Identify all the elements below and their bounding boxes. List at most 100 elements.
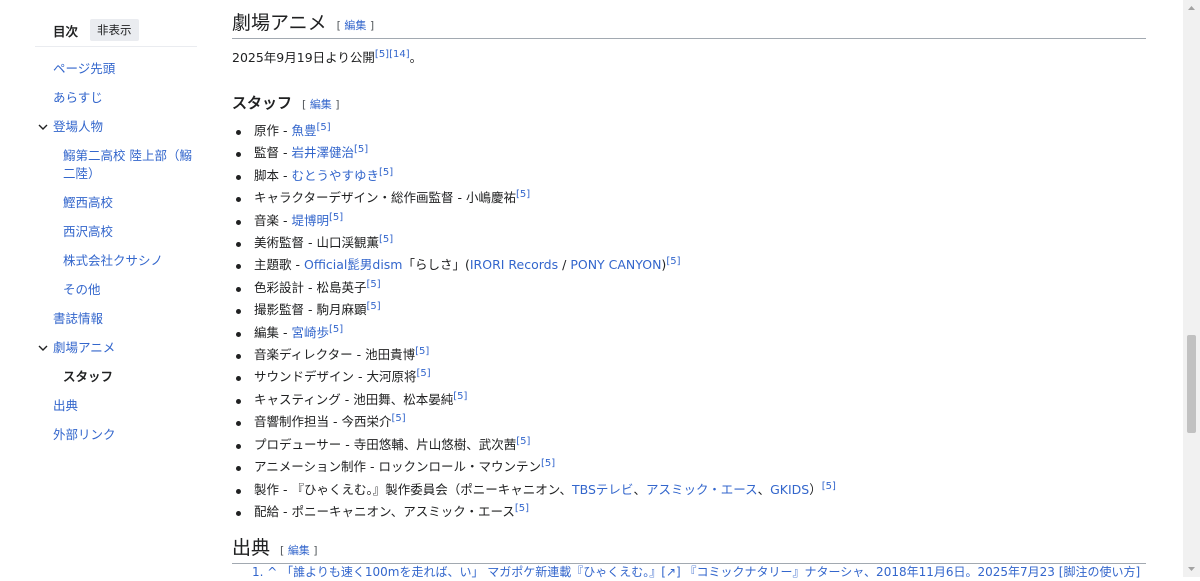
scrollbar-thumb[interactable]	[1187, 335, 1196, 433]
toc-link-label: ページ先頭	[53, 61, 116, 76]
toc-link-label-cont: 二陸）	[63, 166, 101, 181]
staff-item: アニメーション制作 - ロックンロール・マウンテン[5]	[236, 456, 836, 478]
citation-ref[interactable]: [5]	[379, 167, 393, 178]
toc-title: 目次	[53, 23, 79, 39]
staff-text: 、	[757, 481, 771, 497]
toc-link[interactable]: スタッフ	[35, 368, 197, 386]
staff-item: サウンドデザイン - 大河原将[5]	[236, 366, 836, 388]
staff-text: 今西栄介	[341, 414, 392, 430]
staff-item: 編集 - 宮崎歩[5]	[236, 322, 836, 344]
staff-role: キャスティング	[254, 391, 341, 407]
toc-link[interactable]: ページ先頭	[35, 60, 197, 78]
staff-link[interactable]: 宮崎歩	[291, 325, 329, 340]
toc-item: その他	[35, 281, 197, 299]
citation-ref[interactable]: [5]	[453, 391, 467, 402]
staff-text: 、	[633, 481, 646, 497]
heading-refs-text: 出典	[232, 537, 271, 559]
staff-text: ）	[809, 481, 822, 497]
toc-link-label: スタッフ	[63, 369, 114, 384]
toc-link[interactable]: 西沢高校	[35, 223, 197, 241]
release-ref-14[interactable]: [14]	[389, 49, 410, 60]
staff-role: 配給	[254, 503, 280, 519]
citation-ref[interactable]: [5]	[329, 211, 343, 222]
staff-role: 美術監督	[254, 235, 305, 251]
staff-text: 池田舞、松本晏純	[353, 391, 454, 407]
citation-ref[interactable]: [5]	[822, 480, 836, 491]
citation-ref[interactable]: [5]	[516, 189, 530, 200]
chevron-down-icon[interactable]	[37, 121, 49, 133]
staff-link[interactable]: IRORI Records	[470, 257, 558, 272]
toc-link[interactable]: あらすじ	[35, 89, 197, 107]
staff-link[interactable]: アスミック・エース	[646, 482, 758, 497]
toc-link[interactable]: 劇場アニメ	[35, 339, 197, 357]
toc-link[interactable]: 鰯第二高校 陸上部（鰯 二陸）	[35, 147, 197, 183]
toc-hide-button[interactable]: 非表示	[90, 19, 139, 41]
citation-ref[interactable]: [5]	[317, 122, 331, 133]
staff-link[interactable]: Official髭男dism	[304, 257, 403, 272]
heading-anime-text: 劇場アニメ	[232, 12, 327, 34]
edit-link-refs[interactable]: 編集	[288, 544, 310, 557]
staff-item: 音響制作担当 - 今西栄介[5]	[236, 411, 836, 433]
edit-link-staff[interactable]: 編集	[310, 98, 332, 111]
staff-role: 音楽	[254, 212, 280, 228]
staff-list: 原作 - 魚豊[5] 監督 - 岩井澤健治[5] 脚本 - むとうやすゆき[5] キャ…	[232, 120, 836, 523]
citation-ref[interactable]: [5]	[354, 144, 368, 155]
toc-link-label: 登場人物	[53, 119, 104, 134]
citation-ref[interactable]: [5]	[415, 346, 429, 357]
heading-staff: スタッフ [ 編集 ]	[232, 92, 340, 113]
toc-item: 西沢高校	[35, 223, 197, 241]
staff-item: 主題歌 - Official髭男dism「らしさ」(IRORI Records …	[236, 254, 836, 276]
citation-ref[interactable]: [5]	[329, 324, 343, 335]
staff-link[interactable]: PONY CANYON	[570, 257, 661, 272]
citation-ref[interactable]: [5]	[367, 279, 381, 290]
staff-link[interactable]: TBSテレビ	[572, 482, 633, 497]
citation-ref[interactable]: [5]	[417, 368, 431, 379]
citation-ref[interactable]: [5]	[515, 503, 529, 514]
citation-ref[interactable]: [5]	[392, 413, 406, 424]
toc-link[interactable]: 外部リンク	[35, 426, 197, 444]
page-scrollbar[interactable]	[1183, 0, 1200, 577]
toc-link[interactable]: 株式会社クサシノ	[35, 252, 197, 270]
staff-item: 配給 - ポニーキャニオン、アスミック・エース[5]	[236, 501, 836, 523]
staff-text: 小嶋慶祐	[465, 190, 516, 206]
toc-link[interactable]: 出典	[35, 397, 197, 415]
edit-link-anime[interactable]: 編集	[344, 19, 366, 32]
toc-item: 登場人物	[35, 118, 197, 136]
staff-link[interactable]: むとうやすゆき	[291, 168, 379, 183]
scroll-up-arrow-icon[interactable]	[1183, 0, 1200, 17]
staff-text: 『ひゃくえむ。』製作委員会（ポニーキャニオン、	[291, 481, 572, 497]
chevron-down-icon[interactable]	[37, 342, 49, 354]
toc-link[interactable]: 登場人物	[35, 118, 197, 136]
staff-role: 編集	[254, 324, 280, 340]
citation-ref[interactable]: [5]	[379, 234, 393, 245]
release-ref-5[interactable]: [5]	[375, 49, 389, 60]
staff-item: 美術監督 - 山口渓観薫[5]	[236, 232, 836, 254]
citation-ref[interactable]: [5]	[516, 436, 530, 447]
toc-link[interactable]: その他	[35, 281, 197, 299]
staff-item: 色彩設計 - 松島英子[5]	[236, 277, 836, 299]
citation-ref[interactable]: [5]	[666, 256, 680, 267]
staff-role: 監督	[254, 145, 280, 161]
staff-role: 脚本	[254, 167, 280, 183]
release-end: 。	[409, 50, 423, 65]
edit-section-anime: [ 編集 ]	[336, 19, 375, 32]
toc-link[interactable]: 鰹西高校	[35, 194, 197, 212]
toc-header: 目次 非表示	[35, 14, 197, 47]
staff-link[interactable]: 堤博明	[291, 213, 329, 228]
staff-link[interactable]: 魚豊	[291, 123, 316, 138]
toc-link-label: 鰹西高校	[63, 195, 114, 210]
staff-role: アニメーション制作	[254, 459, 367, 475]
staff-link[interactable]: 岩井澤健治	[291, 145, 354, 160]
staff-text: 駒月麻顕	[316, 302, 367, 318]
citation-ref[interactable]: [5]	[541, 458, 555, 469]
toc-link-label: その他	[63, 282, 101, 297]
staff-link[interactable]: GKIDS	[770, 482, 809, 497]
reference-item[interactable]: 1. ^ 「誰よりも速く100mを走れば、い」 マガポケ新連載『ひゃくえむ。』[…	[252, 563, 1146, 580]
toc-link[interactable]: 書誌情報	[35, 310, 197, 328]
staff-role: プロデューサー	[254, 436, 342, 452]
scroll-down-arrow-icon[interactable]	[1183, 560, 1200, 577]
citation-ref[interactable]: [5]	[367, 301, 381, 312]
staff-role: キャラクターデザイン・総作画監督	[254, 190, 454, 206]
staff-item: 原作 - 魚豊[5]	[236, 120, 836, 142]
release-paragraph: 2025年9月19日より公開[5][14]。	[232, 47, 422, 66]
